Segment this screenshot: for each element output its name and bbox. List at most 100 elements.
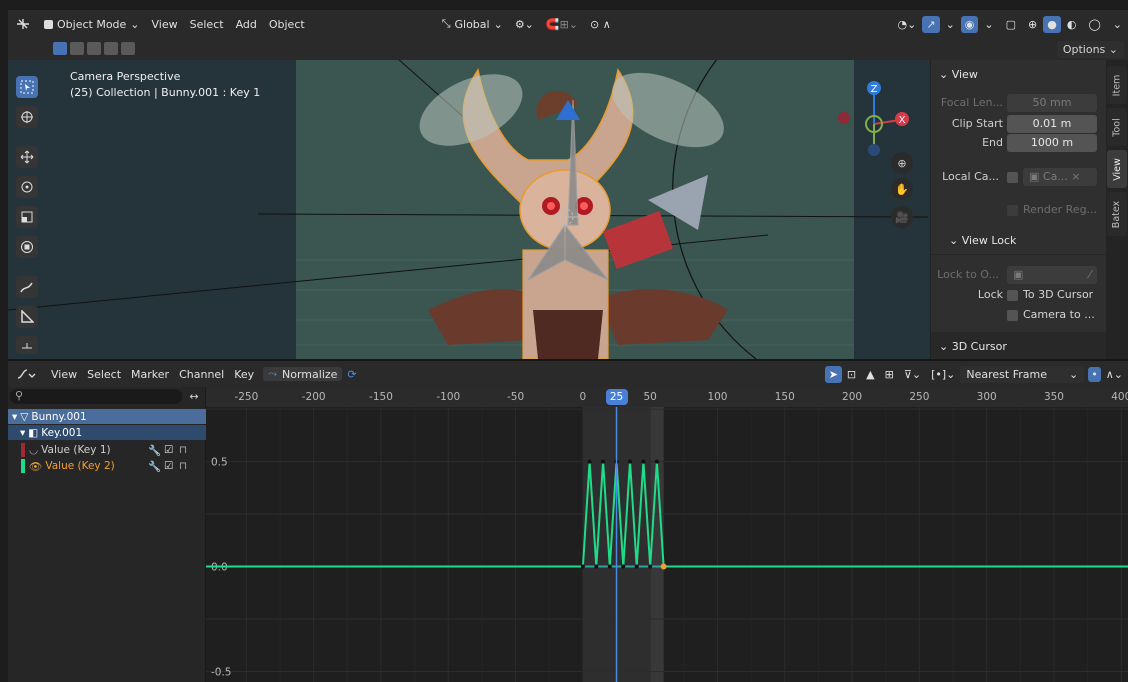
auto-normalize-icon[interactable]: ⟳ [342, 368, 361, 381]
ge-menu-marker[interactable]: Marker [126, 368, 174, 381]
overlay-toggle-icon[interactable]: ◉ [960, 15, 979, 33]
channels-region-icon[interactable]: ⊞ [880, 368, 899, 381]
lock-icon[interactable]: ⊓ [179, 460, 187, 472]
select-extend-icon[interactable] [70, 42, 84, 55]
show-hidden-icon[interactable]: ⊡ [842, 368, 861, 381]
mute-checkbox-icon[interactable]: ☑ [164, 460, 173, 472]
local-camera-field[interactable]: ▣ Ca... × [1023, 168, 1097, 186]
rendered-shading-icon[interactable]: ◯ [1082, 18, 1106, 31]
graph-editor-type-icon[interactable] [8, 361, 46, 387]
select-new-icon[interactable] [53, 42, 67, 55]
keyframe-point [587, 459, 592, 464]
channel-search-input[interactable]: ⚲ [10, 389, 182, 404]
menu-object[interactable]: Object [263, 18, 311, 31]
pivot-point-icon[interactable]: ⚙⌄ [509, 18, 540, 31]
current-frame-indicator[interactable]: 25 [605, 389, 628, 405]
move-tool[interactable] [16, 146, 38, 168]
zoom-icon[interactable]: ⊕ [891, 152, 913, 174]
scale-tool[interactable] [16, 206, 38, 228]
curve-visibility-icon[interactable]: ◡ [25, 444, 38, 456]
add-cube-tool[interactable] [16, 336, 38, 354]
clip-start-field[interactable]: 0.01 m [1007, 115, 1097, 133]
pivot-icon[interactable]: [•]⌄ [926, 368, 960, 381]
expand-triangle-icon[interactable]: ▾ [8, 411, 17, 423]
transform-tool[interactable] [16, 236, 38, 258]
falloff-icon[interactable]: ∧⌄ [1101, 368, 1128, 381]
proportional-edit-toggle-icon[interactable]: • [1088, 366, 1101, 382]
selection-mode-icons[interactable] [53, 42, 135, 55]
transform-orientation-dropdown[interactable]: ⤡ Global ⌄ [436, 17, 509, 31]
channel-object-label: Bunny.001 [31, 410, 87, 423]
channel-fcurve-row[interactable]: ◡ Value (Key 1) 🔧 ☑ ⊓ [8, 442, 206, 458]
expand-triangle-icon[interactable]: ▾ [8, 427, 25, 439]
normalize-toggle[interactable]: ⤳ Normalize [263, 367, 343, 381]
tab-item[interactable]: Item [1107, 66, 1127, 104]
wireframe-shading-icon[interactable]: ⊕ [1022, 18, 1043, 31]
swap-arrows-icon[interactable]: ↔ [186, 389, 202, 404]
mode-label: Object Mode [57, 17, 127, 31]
camera-view-icon[interactable]: 🎥 [891, 206, 913, 228]
pan-hand-icon[interactable]: ✋ [891, 178, 913, 200]
select-intersect-icon[interactable] [121, 42, 135, 55]
tab-tool[interactable]: Tool [1107, 108, 1127, 146]
proportional-edit-icon[interactable]: ⊙ ∧ [584, 18, 617, 31]
cursor-tool[interactable] [16, 106, 38, 128]
channel-object-row[interactable]: ▾ ▽ Bunny.001 [8, 409, 206, 424]
eyedropper-icon[interactable]: ⁄ [1089, 266, 1097, 284]
select-box-tool[interactable] [16, 76, 38, 98]
menu-add[interactable]: Add [230, 18, 263, 31]
camera-to-view-checkbox[interactable] [1007, 310, 1018, 321]
ge-menu-channel[interactable]: Channel [174, 368, 229, 381]
view-section-header[interactable]: ⌄ View [939, 68, 978, 81]
3d-viewport[interactable]: Object Mode ⌄ View Select Add Object ⤡ G… [8, 10, 1128, 359]
channel-shapekey-row[interactable]: ▾ ◧ Key.001 [8, 425, 206, 440]
only-errors-icon[interactable]: ▲ [861, 368, 879, 381]
select-subtract-icon[interactable] [87, 42, 101, 55]
modifier-wrench-icon[interactable]: 🔧 [148, 444, 161, 457]
measure-tool[interactable] [16, 306, 38, 328]
modifier-wrench-icon[interactable]: 🔧 [148, 460, 161, 473]
snap-icon[interactable]: 🧲⊞⌄ [540, 18, 584, 31]
rotate-tool[interactable] [16, 176, 38, 198]
clip-end-field[interactable]: 1000 m [1007, 134, 1097, 152]
editor-type-icon[interactable] [8, 10, 38, 38]
options-dropdown[interactable]: Options ⌄ [1056, 41, 1124, 58]
view-lock-section-header[interactable]: ⌄ View Lock [949, 232, 1016, 250]
menu-view[interactable]: View [146, 18, 184, 31]
tab-batex[interactable]: Batex [1107, 192, 1127, 236]
snap-mode-dropdown[interactable]: Nearest Frame ⌄ [960, 365, 1085, 383]
only-selected-icon[interactable]: ➤ [824, 365, 842, 383]
menu-select[interactable]: Select [184, 18, 230, 31]
frame-ruler[interactable]: -250 -200 -150 -100 -50 0 50 100 150 200 250 300 350… [206, 387, 1128, 407]
graph-area[interactable]: 0.5 0.0 -0.5 [206, 407, 1128, 682]
mute-checkbox-icon[interactable]: ☑ [164, 444, 173, 456]
local-camera-checkbox[interactable] [1007, 172, 1018, 183]
camera-to-view-label: Camera to ... [1023, 308, 1095, 321]
filter-icon[interactable]: ⊽⌄ [899, 368, 926, 381]
material-shading-icon[interactable]: ◐ [1061, 18, 1083, 31]
shading-options[interactable]: ⌄ [1107, 18, 1128, 31]
ge-menu-select[interactable]: Select [82, 368, 126, 381]
overlay-dropdown[interactable]: ⌄ [940, 18, 961, 31]
lock-icon[interactable]: ⊓ [179, 444, 187, 456]
snap-mode-label: Nearest Frame [966, 367, 1047, 381]
annotate-tool[interactable] [16, 276, 38, 298]
lock-to-3d-cursor-checkbox[interactable] [1007, 290, 1018, 301]
ge-menu-view[interactable]: View [46, 368, 82, 381]
navigation-gizmo[interactable]: Z X [834, 68, 924, 198]
gizmo-toggle-icon[interactable]: ↗ [922, 15, 940, 33]
visibility-icon[interactable]: ◔⌄ [892, 18, 923, 31]
ge-menu-key[interactable]: Key [229, 368, 259, 381]
graph-editor[interactable]: View Select Marker Channel Key ⤳ Normali… [8, 361, 1128, 682]
channel-fcurve-row[interactable]: 👁 Value (Key 2) 🔧 ☑ ⊓ [8, 458, 206, 474]
object-mode-dropdown[interactable]: Object Mode ⌄ [38, 18, 146, 31]
3d-cursor-section-header[interactable]: ⌄ 3D Cursor [939, 340, 1007, 353]
xray-icon[interactable]: ▢ [1000, 18, 1022, 31]
lock-to-object-field[interactable]: ▣ ⁄ [1007, 266, 1097, 284]
chevron-down-icon: ⌄ [493, 17, 503, 31]
tab-view[interactable]: View [1107, 150, 1127, 188]
overlay-options[interactable]: ⌄ [978, 18, 999, 31]
solid-shading-icon[interactable]: ● [1043, 15, 1061, 33]
select-invert-icon[interactable] [104, 42, 118, 55]
eye-icon[interactable]: 👁 [25, 460, 42, 473]
